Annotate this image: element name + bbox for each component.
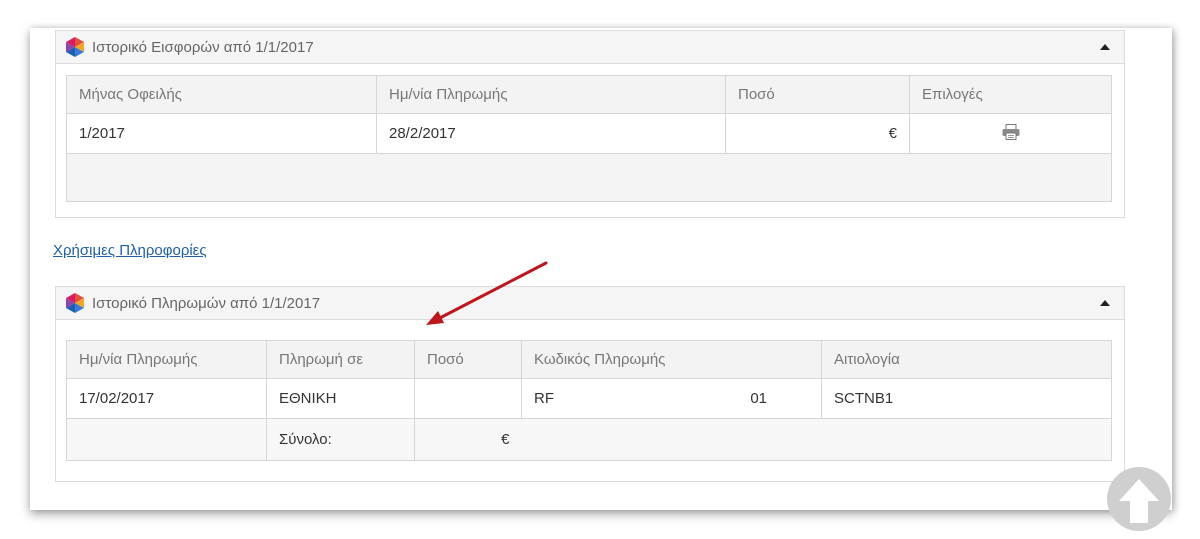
contributions-table: Μήνας Οφειλής Ημ/νία Πληρωμής Ποσό Επιλο… bbox=[66, 75, 1112, 202]
payment-code-cell: RF 01 bbox=[521, 378, 822, 419]
payment-code-start: RF bbox=[534, 390, 554, 407]
arrow-up-icon bbox=[1119, 479, 1159, 523]
payment-date-cell: 17/02/2017 bbox=[66, 378, 267, 419]
column-header: Ημ/νία Πληρωμής bbox=[66, 340, 267, 379]
total-amount-cell: € bbox=[414, 418, 522, 461]
payment-date-cell: 28/2/2017 bbox=[376, 113, 726, 154]
contributions-panel-title: Ιστορικό Εισφορών από 1/1/2017 bbox=[92, 38, 314, 56]
payments-table: Ημ/νία Πληρωμής Πληρωμή σε Ποσό Κωδικός … bbox=[66, 340, 1112, 461]
empty-cell bbox=[66, 153, 1112, 202]
amount-cell bbox=[414, 378, 522, 419]
total-filler-cell bbox=[521, 418, 1112, 461]
column-header: Ημ/νία Πληρωμής bbox=[376, 75, 726, 114]
table-header-row: Ημ/νία Πληρωμής Πληρωμή σε Ποσό Κωδικός … bbox=[66, 340, 1112, 379]
options-cell bbox=[909, 113, 1112, 154]
scroll-to-top-button[interactable] bbox=[1107, 467, 1171, 531]
column-header: Επιλογές bbox=[909, 75, 1112, 114]
month-cell: 1/2017 bbox=[66, 113, 377, 154]
app-logo-icon bbox=[66, 293, 84, 313]
column-header: Αιτιολογία bbox=[821, 340, 1112, 379]
column-header: Μήνας Οφειλής bbox=[66, 75, 377, 114]
payments-panel-title: Ιστορικό Πληρωμών από 1/1/2017 bbox=[92, 294, 321, 312]
useful-info-link[interactable]: Χρήσιμες Πληροφορίες bbox=[53, 242, 207, 259]
total-empty-cell bbox=[66, 418, 267, 461]
column-header: Ποσό bbox=[725, 75, 910, 114]
contributions-panel: Ιστορικό Εισφορών από 1/1/2017 Μήνας Οφε… bbox=[55, 30, 1125, 218]
printer-icon[interactable] bbox=[1002, 123, 1020, 140]
column-header: Κωδικός Πληρωμής bbox=[521, 340, 822, 379]
reason-cell: SCTNB1 bbox=[821, 378, 1112, 419]
column-header: Πληρωμή σε bbox=[266, 340, 415, 379]
collapse-up-icon[interactable] bbox=[1100, 300, 1110, 306]
bank-cell: ΕΘΝΙΚΗ bbox=[266, 378, 415, 419]
total-row: Σύνολο: € bbox=[66, 418, 1112, 461]
payment-code-end: 01 bbox=[750, 390, 768, 407]
table-row: 1/2017 28/2/2017 € bbox=[66, 113, 1112, 154]
content-card: Ιστορικό Εισφορών από 1/1/2017 Μήνας Οφε… bbox=[30, 28, 1172, 510]
total-label-cell: Σύνολο: bbox=[266, 418, 415, 461]
collapse-up-icon[interactable] bbox=[1100, 44, 1110, 50]
table-row: 17/02/2017 ΕΘΝΙΚΗ RF 01 SCTNB1 bbox=[66, 378, 1112, 419]
red-arrow-annotation bbox=[426, 261, 548, 325]
app-logo-icon bbox=[66, 37, 84, 57]
payments-panel-header[interactable]: Ιστορικό Πληρωμών από 1/1/2017 bbox=[56, 287, 1124, 320]
empty-row bbox=[66, 153, 1112, 202]
contributions-panel-header[interactable]: Ιστορικό Εισφορών από 1/1/2017 bbox=[56, 31, 1124, 64]
amount-cell: € bbox=[725, 113, 910, 154]
table-header-row: Μήνας Οφειλής Ημ/νία Πληρωμής Ποσό Επιλο… bbox=[66, 75, 1112, 114]
payments-panel: Ιστορικό Πληρωμών από 1/1/2017 Ημ/νία Πλ… bbox=[55, 286, 1125, 482]
column-header: Ποσό bbox=[414, 340, 522, 379]
